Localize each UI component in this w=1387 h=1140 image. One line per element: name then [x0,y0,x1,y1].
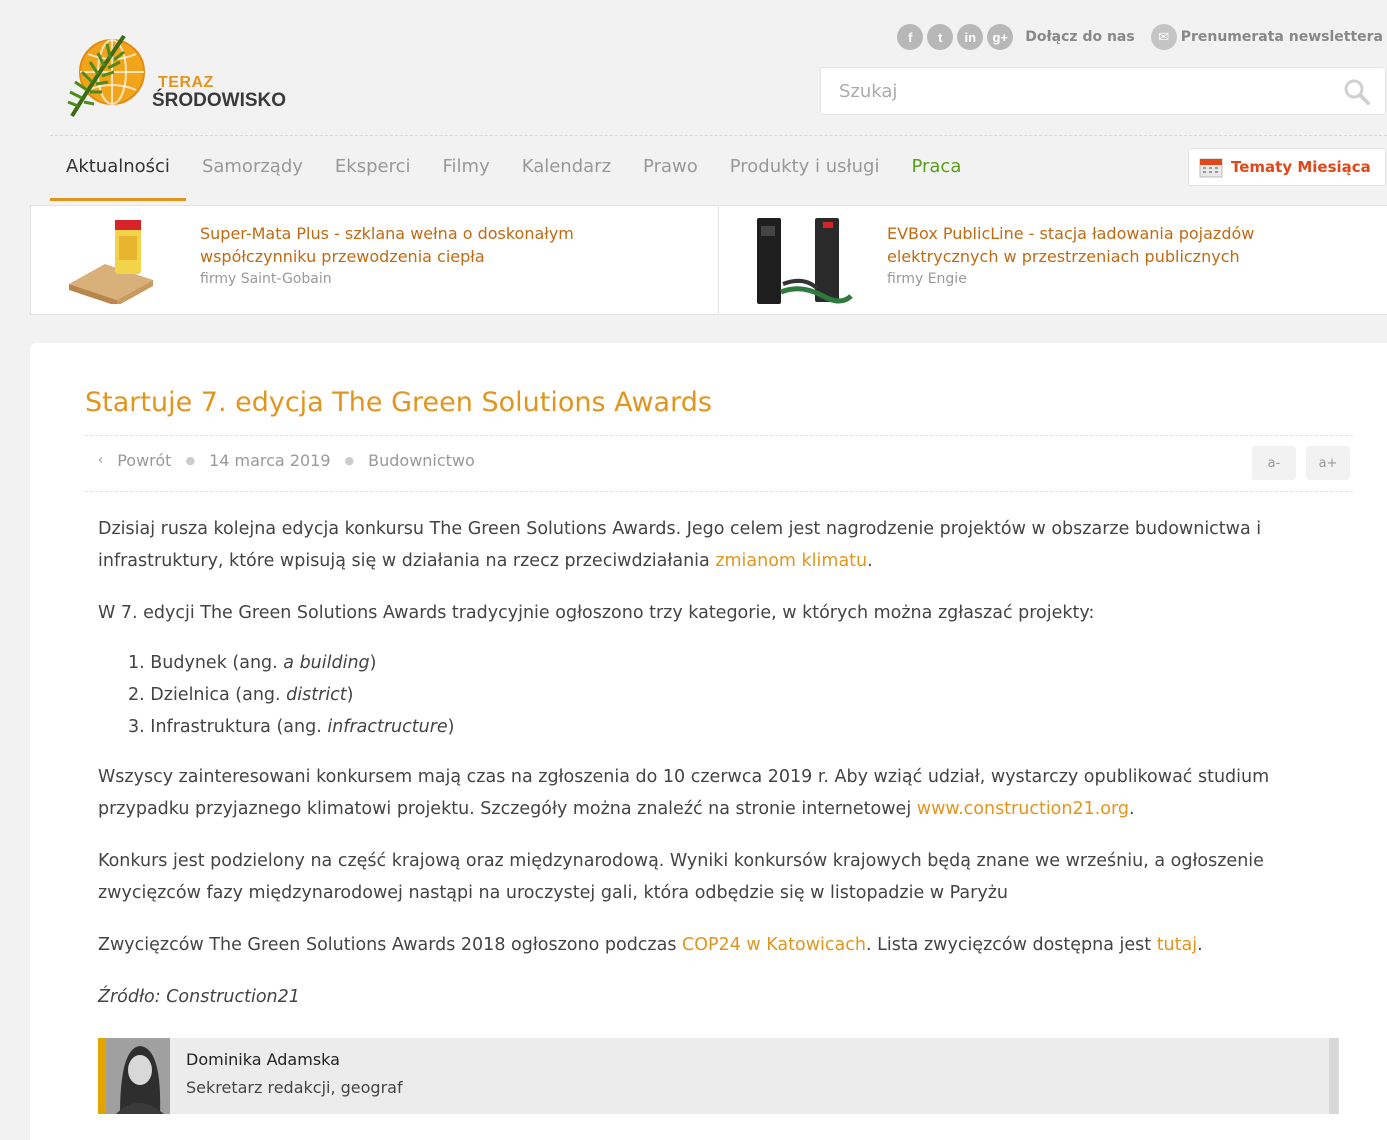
author-role: Sekretarz redakcji, geograf [186,1078,403,1097]
paragraph: W 7. edycji The Green Solutions Awards t… [98,603,1095,623]
article-title: Startuje 7. edycja The Green Solutions A… [85,387,712,418]
list-text: ) [346,685,354,705]
link-construction21[interactable]: www.construction21.org [917,799,1129,819]
list-emphasis: a building [283,653,370,673]
paragraph: Konkurs jest podzielony na część krajową… [98,851,1264,903]
paragraph-text: Dzisiaj rusza kolejna edycja konkursu Th… [98,519,1262,571]
calendar-icon [1199,158,1223,178]
list-emphasis: district [286,685,347,705]
product-card[interactable]: EVBox PublicLine - stacja ładowania poja… [719,206,1387,314]
author-name: Dominika Adamska [186,1050,340,1069]
list-number: 3. [128,717,145,737]
tematy-label: Tematy Miesiąca [1231,158,1371,176]
social-bar: f t in g+ Dołącz do nas ✉ Prenumerata ne… [897,24,1383,50]
nav-item-aktualnosci[interactable]: Aktualności [50,150,186,201]
source-text: Źródło: Construction21 [98,987,300,1007]
font-increase-button[interactable]: a+ [1306,446,1350,480]
product-title-line: elektrycznych w przestrzeniach publiczny… [887,247,1240,266]
product-strip: Super-Mata Plus - szklana wełna o doskon… [30,205,1387,315]
facebook-icon[interactable]: f [897,24,924,50]
meta-divider [85,491,1353,492]
linkedin-icon[interactable]: in [957,24,984,50]
paragraph: Zwycięzców The Green Solutions Awards 20… [98,929,1348,961]
back-link[interactable]: Powrót [117,451,171,470]
product-title[interactable]: Super-Mata Plus - szklana wełna o doskon… [200,222,574,268]
paragraph-text: . [1129,799,1135,819]
paragraph-text: . [1197,935,1203,955]
nav-item-produkty[interactable]: Produkty i usługi [714,150,896,201]
main-nav: Aktualności Samorządy Eksperci Filmy Kal… [50,150,977,202]
site-header: TERAZ ŚRODOWISKO f t in g+ Dołącz do nas… [10,10,1387,202]
product-firm: firmy Engie [887,271,967,287]
list-item: 3. Infrastruktura (ang. infractructure) [128,711,1348,743]
envelope-icon[interactable]: ✉ [1150,24,1177,50]
search-input[interactable] [821,68,1301,114]
paragraph: Dzisiaj rusza kolejna edycja konkursu Th… [98,513,1348,577]
search-icon[interactable] [1343,78,1371,106]
article: Startuje 7. edycja The Green Solutions A… [30,343,1387,1140]
list-number: 1. [128,653,145,673]
article-date: 14 marca 2019 [209,451,331,470]
tematy-miesiaca-button[interactable]: Tematy Miesiąca [1188,148,1386,186]
source-note: Źródło: Construction21 [98,981,1348,1013]
paragraph-text: . [867,551,873,571]
list-text: Dzielnica (ang. [150,685,287,705]
author-box[interactable]: Dominika Adamska Sekretarz redakcji, geo… [98,1038,1339,1114]
globe-palm-icon [67,34,145,118]
category-link[interactable]: Budownictwo [368,451,475,470]
paragraph: Wszyscy zainteresowani konkursem mają cz… [98,761,1348,825]
nav-item-eksperci[interactable]: Eksperci [319,150,427,201]
nav-item-samorzady[interactable]: Samorządy [186,150,319,201]
link-tutaj[interactable]: tutaj [1157,935,1197,955]
nav-item-filmy[interactable]: Filmy [426,150,505,201]
charging-station-image [757,218,853,304]
product-title[interactable]: EVBox PublicLine - stacja ładowania poja… [887,222,1254,268]
list-text: Infrastruktura (ang. [150,717,328,737]
list-number: 2. [128,685,145,705]
chevron-left-icon[interactable]: ‹ [98,453,103,468]
list-text: Budynek (ang. [150,653,284,673]
product-card[interactable]: Super-Mata Plus - szklana wełna o doskon… [31,206,719,314]
link-zmianom-klimatu[interactable]: zmianom klimatu [715,551,867,571]
product-title-line: EVBox PublicLine - stacja ładowania poja… [887,224,1255,243]
separator-dot: ● [185,454,196,467]
twitter-icon[interactable]: t [927,24,954,50]
category-list: 1. Budynek (ang. a building) 2. Dzielnic… [128,647,1348,743]
nav-item-praca[interactable]: Praca [895,150,977,201]
meta-divider [85,435,1353,436]
font-decrease-button[interactable]: a- [1252,446,1296,480]
list-text: ) [447,717,455,737]
link-cop24[interactable]: COP24 w Katowicach [682,935,866,955]
nav-item-prawo[interactable]: Prawo [627,150,714,201]
google-plus-icon[interactable]: g+ [987,24,1014,50]
header-divider [50,135,1387,136]
list-emphasis: infractructure [327,717,448,737]
paragraph-text: . Lista zwycięzców dostępna jest [865,935,1157,955]
site-logo[interactable]: TERAZ ŚRODOWISKO [64,30,324,120]
product-title-line: Super-Mata Plus - szklana wełna o doskon… [200,224,574,243]
logo-wordmark: TERAZ ŚRODOWISKO [152,74,286,110]
author-avatar [106,1038,170,1114]
search-box [820,67,1386,115]
list-text: ) [369,653,377,673]
article-meta: ‹ Powrót ● 14 marca 2019 ● Budownictwo [98,451,475,470]
product-firm: firmy Saint-Gobain [200,271,332,287]
nav-item-kalendarz[interactable]: Kalendarz [506,150,627,201]
newsletter-link[interactable]: Prenumerata newslettera [1181,29,1383,45]
logo-line-srodowisko: ŚRODOWISKO [152,90,287,111]
list-item: 1. Budynek (ang. a building) [128,647,1348,679]
join-link[interactable]: Dołącz do nas [1025,29,1134,45]
article-body: Dzisiaj rusza kolejna edycja konkursu Th… [98,513,1348,1033]
list-item: 2. Dzielnica (ang. district) [128,679,1348,711]
separator-dot: ● [344,454,355,467]
paragraph-text: Zwycięzców The Green Solutions Awards 20… [98,935,683,955]
insulation-roll-image [69,220,153,304]
product-title-line: współczynniku przewodzenia ciepła [200,247,485,266]
